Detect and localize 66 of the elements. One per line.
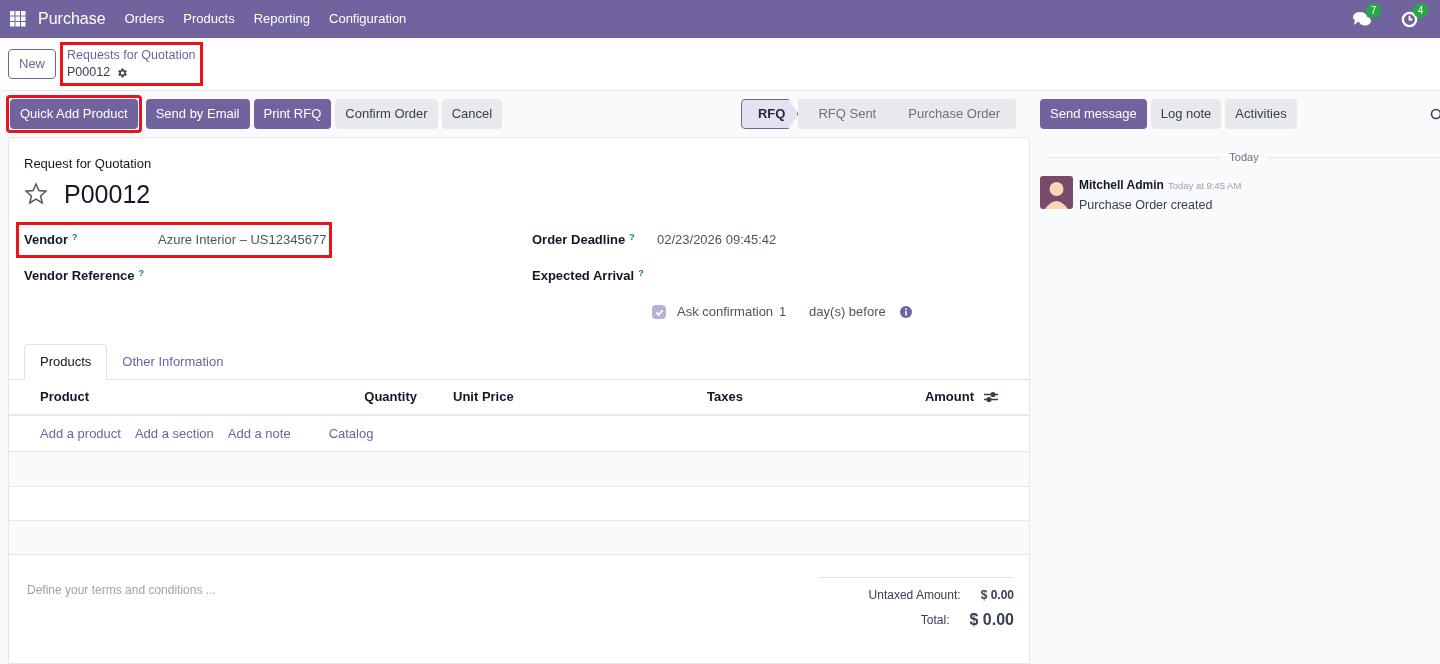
gear-icon[interactable] [116, 66, 129, 79]
message-author: Mitchell Admin [1079, 176, 1164, 194]
field-label: Vendor $^{?}$ [24, 230, 79, 250]
chatter-button[interactable]: Send message [1040, 99, 1147, 129]
menu-item[interactable]: Configuration [329, 9, 407, 29]
column-header: Unit Price [453, 388, 515, 407]
action-button[interactable]: Confirm Order [335, 99, 438, 129]
menu-item[interactable]: Products [183, 9, 235, 29]
action-button[interactable]: Send by Email [145, 99, 250, 129]
chatter-button[interactable]: Activities [1225, 99, 1297, 129]
add-line-link[interactable]: Catalog [328, 423, 374, 444]
message-time: Today at 9:45 AM [1167, 178, 1242, 193]
add-line-link[interactable]: Add a note [227, 423, 291, 444]
column-header: Taxes [707, 388, 744, 407]
chatter-button[interactable]: Log note [1150, 99, 1222, 129]
record-title: P00012 [64, 178, 151, 210]
check-icon [654, 307, 664, 317]
action-button[interactable]: Print RFQ [253, 99, 332, 129]
breadcrumb-link[interactable]: Requests for Quotation [67, 47, 196, 64]
form-tab[interactable]: Products [24, 344, 108, 380]
info-icon[interactable] [899, 306, 912, 318]
menu-item[interactable]: Orders [124, 9, 165, 29]
field-label: Expected Arrival $^{?}$ [532, 266, 645, 286]
record-name: P00012 [67, 64, 111, 81]
status-step[interactable]: Purchase Order [888, 99, 1016, 129]
total-label: Total: [920, 612, 950, 629]
field-value[interactable]: Azure Interior – US12345677 [158, 230, 327, 250]
chat-icon [1353, 11, 1371, 27]
message-body: Purchase Order created [1079, 196, 1214, 214]
new-button[interactable]: New [8, 49, 56, 79]
app-name[interactable]: Purchase [38, 7, 106, 31]
column-header: Quantity [363, 388, 417, 407]
clock-icon [1401, 10, 1418, 28]
help-mark[interactable]: ? [72, 231, 78, 242]
total-value: $ 0.00 [980, 587, 1014, 604]
checkbox-label: Ask confirmation [677, 303, 774, 322]
counter-badge: 4 [1413, 2, 1428, 18]
field-label: Order Deadline $^{?}$ [532, 230, 636, 250]
action-button[interactable]: Quick Add Product [10, 99, 138, 129]
add-line-link[interactable]: Add a product [40, 423, 121, 444]
checkbox[interactable] [652, 305, 666, 319]
add-line-link[interactable]: Add a section [134, 423, 214, 444]
apps-menu-icon[interactable] [10, 11, 26, 27]
menu-item[interactable]: Reporting [253, 9, 310, 29]
days-field[interactable]: 1 [779, 302, 804, 322]
search-icon[interactable] [1430, 108, 1440, 120]
total-label: Untaxed Amount: [868, 587, 961, 604]
date-separator: Today [1228, 150, 1260, 165]
avatar [1040, 175, 1073, 209]
form-tab[interactable]: Other Information [107, 344, 239, 380]
field-value[interactable]: 02/23/2026 09:45:42 [657, 230, 777, 250]
help-mark[interactable]: ? [138, 267, 145, 278]
action-button[interactable]: Cancel [441, 99, 503, 129]
sliders-icon[interactable] [984, 391, 998, 403]
status-step[interactable]: RFQ Sent [798, 99, 889, 129]
total-value: $ 0.00 [969, 610, 1014, 630]
form-title-label: Request for Quotation [24, 155, 153, 173]
status-step[interactable]: RFQ [741, 99, 799, 129]
column-header: Product [40, 388, 91, 407]
help-mark[interactable]: ? [629, 231, 635, 242]
counter-badge: 7 [1366, 2, 1381, 18]
field-label: Vendor Reference $^{?}$ [24, 266, 146, 286]
help-mark[interactable]: ? [638, 267, 644, 278]
column-header: Amount [924, 388, 974, 407]
days-suffix: day(s) before [809, 303, 886, 322]
star-icon[interactable] [24, 182, 48, 207]
